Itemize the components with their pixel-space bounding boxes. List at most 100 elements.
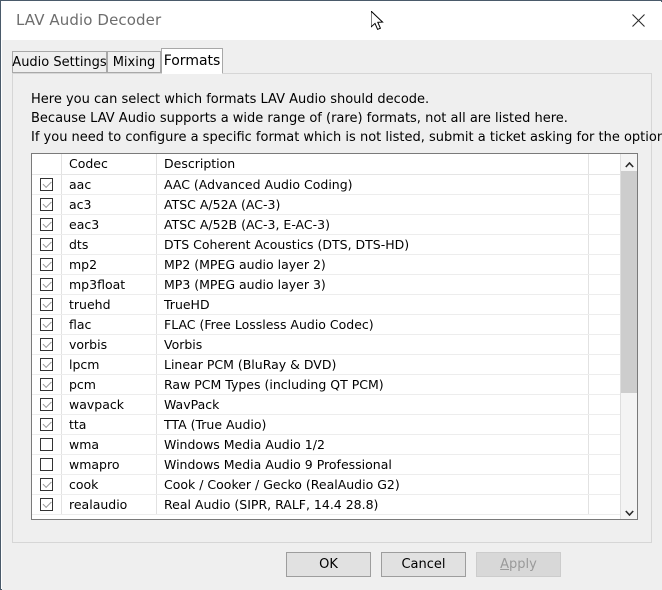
description-text: Here you can select which formats LAV Au…: [31, 90, 662, 147]
tab-label: Formats: [163, 53, 221, 69]
tab-strip: Audio Settings Mixing Formats: [12, 48, 652, 74]
row-checkbox-cell[interactable]: [32, 255, 62, 274]
scroll-up-button[interactable]: [621, 154, 637, 171]
table-row[interactable]: wavpack WavPack: [32, 395, 622, 415]
checkbox-checked-icon[interactable]: [40, 378, 53, 391]
cell-codec: dts: [62, 235, 157, 254]
checkbox-checked-icon[interactable]: [40, 338, 53, 351]
table-row[interactable]: realaudio Real Audio (SIPR, RALF, 14.4 28…: [32, 495, 622, 515]
row-checkbox-cell[interactable]: [32, 195, 62, 214]
codec-list-view[interactable]: Codec Description aac AAC (Advanced Audio…: [31, 153, 638, 520]
cell-codec: lpcm: [62, 355, 157, 374]
cell-description: Vorbis: [157, 335, 589, 354]
dialog-button-bar: OK Cancel Apply: [2, 552, 662, 590]
cell-description: ATSC A/52B (AC-3, E-AC-3): [157, 215, 589, 234]
column-header-checkbox[interactable]: [32, 154, 62, 174]
row-checkbox-cell[interactable]: [32, 215, 62, 234]
table-row[interactable]: wmapro Windows Media Audio 9 Professional: [32, 455, 622, 475]
checkbox-unchecked-icon[interactable]: [40, 438, 53, 451]
row-checkbox-cell[interactable]: [32, 375, 62, 394]
table-row[interactable]: wma Windows Media Audio 1/2: [32, 435, 622, 455]
title-bar: LAV Audio Decoder: [2, 2, 662, 40]
scroll-down-button[interactable]: [621, 502, 637, 519]
table-row[interactable]: pcm Raw PCM Types (including QT PCM): [32, 375, 622, 395]
tab-mixing[interactable]: Mixing: [107, 51, 161, 73]
checkbox-checked-icon[interactable]: [40, 178, 53, 191]
row-checkbox-cell[interactable]: [32, 335, 62, 354]
row-checkbox-cell[interactable]: [32, 355, 62, 374]
row-checkbox-cell[interactable]: [32, 395, 62, 414]
cell-codec: flac: [62, 315, 157, 334]
table-row[interactable]: tta TTA (True Audio): [32, 415, 622, 435]
checkbox-checked-icon[interactable]: [40, 398, 53, 411]
cell-description: TTA (True Audio): [157, 415, 589, 434]
scrollbar-thumb[interactable]: [621, 171, 637, 393]
row-checkbox-cell[interactable]: [32, 415, 62, 434]
checkbox-checked-icon[interactable]: [40, 218, 53, 231]
row-checkbox-cell[interactable]: [32, 275, 62, 294]
cell-description: Windows Media Audio 9 Professional: [157, 455, 589, 474]
cell-description: AAC (Advanced Audio Coding): [157, 175, 589, 194]
column-header-description[interactable]: Description: [157, 154, 589, 174]
column-header-codec[interactable]: Codec: [62, 154, 157, 174]
cancel-button-label: Cancel: [401, 557, 446, 572]
row-checkbox-cell[interactable]: [32, 295, 62, 314]
cell-codec: eac3: [62, 215, 157, 234]
checkbox-unchecked-icon[interactable]: [40, 458, 53, 471]
row-checkbox-cell[interactable]: [32, 175, 62, 194]
table-row[interactable]: aac AAC (Advanced Audio Coding): [32, 175, 622, 195]
table-row[interactable]: eac3 ATSC A/52B (AC-3, E-AC-3): [32, 215, 622, 235]
window-title: LAV Audio Decoder: [16, 11, 162, 29]
checkbox-checked-icon[interactable]: [40, 258, 53, 271]
cell-description: Real Audio (SIPR, RALF, 14.4 28.8): [157, 495, 589, 514]
apply-rest-letters: pply: [509, 557, 537, 572]
table-row[interactable]: mp3float MP3 (MPEG audio layer 3): [32, 275, 622, 295]
table-row[interactable]: dts DTS Coherent Acoustics (DTS, DTS-HD): [32, 235, 622, 255]
cell-codec: tta: [62, 415, 157, 434]
dialog-window: LAV Audio Decoder Audio Settings Mixing …: [0, 0, 662, 590]
row-checkbox-cell[interactable]: [32, 495, 62, 514]
cell-codec: truehd: [62, 295, 157, 314]
apply-button-label: Apply: [500, 557, 537, 572]
checkbox-checked-icon[interactable]: [40, 358, 53, 371]
cancel-button[interactable]: Cancel: [381, 552, 466, 577]
checkbox-checked-icon[interactable]: [40, 418, 53, 431]
table-row[interactable]: mp2 MP2 (MPEG audio layer 2): [32, 255, 622, 275]
cell-codec: pcm: [62, 375, 157, 394]
tab-formats[interactable]: Formats: [161, 48, 223, 74]
checkbox-checked-icon[interactable]: [40, 498, 53, 511]
close-icon: [632, 14, 645, 27]
table-row[interactable]: ac3 ATSC A/52A (AC-3): [32, 195, 622, 215]
description-line-3: If you need to configure a specific form…: [31, 130, 662, 145]
row-checkbox-cell[interactable]: [32, 455, 62, 474]
cell-description: TrueHD: [157, 295, 589, 314]
row-checkbox-cell[interactable]: [32, 315, 62, 334]
checkbox-checked-icon[interactable]: [40, 298, 53, 311]
checkbox-checked-icon[interactable]: [40, 318, 53, 331]
cell-description: Linear PCM (BluRay & DVD): [157, 355, 589, 374]
cell-description: Raw PCM Types (including QT PCM): [157, 375, 589, 394]
chevron-up-icon: [624, 154, 634, 172]
table-row[interactable]: vorbis Vorbis: [32, 335, 622, 355]
checkbox-checked-icon[interactable]: [40, 478, 53, 491]
cell-codec: wma: [62, 435, 157, 454]
checkbox-checked-icon[interactable]: [40, 278, 53, 291]
ok-button[interactable]: OK: [286, 552, 371, 577]
cell-description: Windows Media Audio 1/2: [157, 435, 589, 454]
row-checkbox-cell[interactable]: [32, 235, 62, 254]
checkbox-checked-icon[interactable]: [40, 238, 53, 251]
table-row[interactable]: flac FLAC (Free Lossless Audio Codec): [32, 315, 622, 335]
table-row[interactable]: truehd TrueHD: [32, 295, 622, 315]
row-checkbox-cell[interactable]: [32, 435, 62, 454]
cell-codec: mp2: [62, 255, 157, 274]
table-row[interactable]: cook Cook / Cooker / Gecko (RealAudio G2): [32, 475, 622, 495]
apply-button: Apply: [476, 552, 561, 577]
tab-audio-settings[interactable]: Audio Settings: [12, 51, 107, 73]
row-checkbox-cell[interactable]: [32, 475, 62, 494]
table-row[interactable]: lpcm Linear PCM (BluRay & DVD): [32, 355, 622, 375]
list-scrollbar[interactable]: [620, 154, 637, 519]
cell-codec: cook: [62, 475, 157, 494]
cell-description: MP3 (MPEG audio layer 3): [157, 275, 589, 294]
close-button[interactable]: [615, 2, 662, 39]
checkbox-checked-icon[interactable]: [40, 198, 53, 211]
